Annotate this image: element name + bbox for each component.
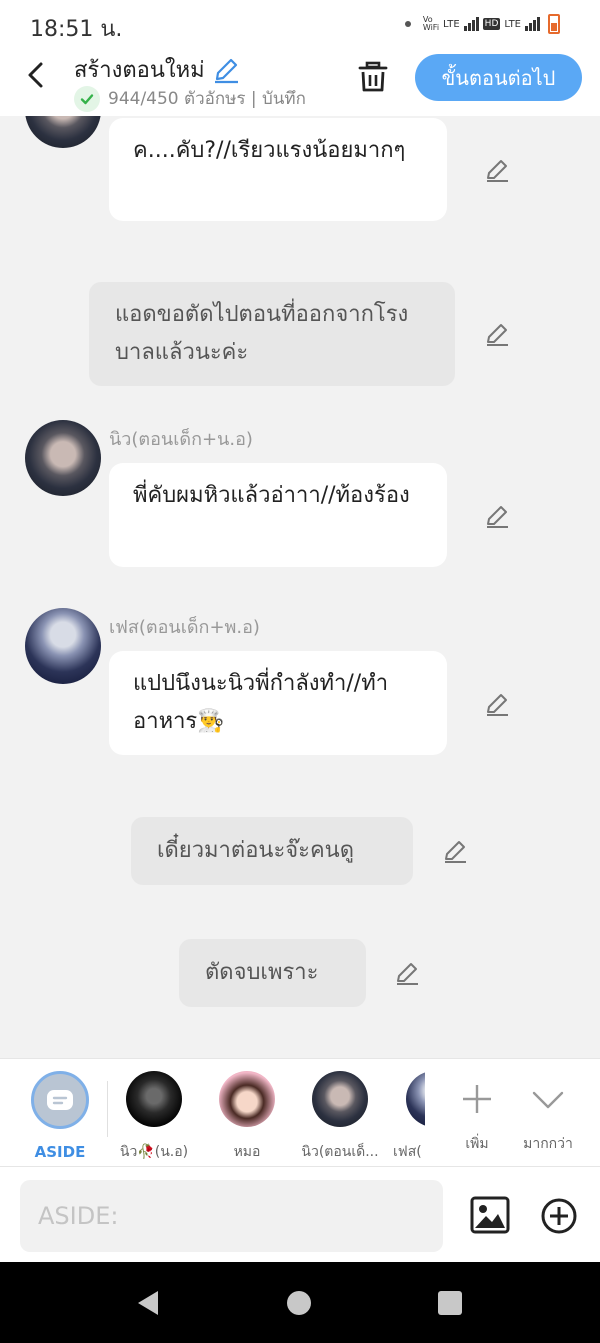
header: สร้างตอนใหม่ 944/450 ตัวอักษร | บันทึก ข… [0,48,600,116]
avatar[interactable] [25,420,101,496]
edit-message-icon[interactable] [483,320,511,348]
character-name: นิว(ตอนเด็ก+น.อ) [109,429,253,450]
edit-message-icon[interactable] [393,959,421,987]
narration-text: เดี๋ยวมาต่อนะจ๊ะคนดู [157,838,355,863]
avatar[interactable] [25,116,101,148]
message-text: แปปนึงนะนิวพี่กำลังทำ//ทำอาหาร👨‍🍳 [133,671,389,734]
character-aside[interactable]: ASIDE [20,1071,100,1161]
avatar[interactable] [25,608,101,684]
stats-row: 944/450 ตัวอักษร | บันทึก [74,85,306,112]
avatar-doctor-icon [219,1071,275,1127]
edit-message-icon[interactable] [441,837,469,865]
narration-text: แอดขอตัดไปตอนที่ออกจากโรงบาลแล้วนะค่ะ [115,302,409,365]
narration-text: ตัดจบเพราะ [205,960,319,985]
divider [107,1081,108,1137]
image-icon[interactable] [470,1195,510,1235]
nav-home-icon[interactable] [287,1291,311,1315]
plus-icon [463,1085,491,1113]
more-label: มากกว่า [523,1136,573,1152]
input-bar [0,1166,600,1262]
status-icons: Vo WiFi LTE HD LTE [404,14,560,34]
char-count: 944/450 ตัวอักษร | บันทึก [108,89,306,109]
message-input[interactable] [20,1180,443,1252]
title-row: สร้างตอนใหม่ [74,52,241,87]
edit-message-icon[interactable] [483,156,511,184]
status-time: 18:51 น. [30,17,123,42]
check-icon [74,85,100,112]
add-character-button[interactable]: เพิ่ม [437,1071,517,1155]
wifi-calling-icon: Vo WiFi [422,15,440,32]
message-text: ค....คับ?//เรียวแรงน้อยมากๆ [133,138,406,163]
add-label: เพิ่ม [465,1136,489,1152]
message-bubble[interactable]: พี่คับผมหิวแล้วอ่าาา//ท้องร้อง [109,463,447,567]
character-label: นิว(ตอนเด็... [301,1144,379,1160]
edit-title-icon[interactable] [211,55,241,85]
signal-icon [463,17,479,31]
chevron-down-icon [532,1091,564,1109]
nav-recents-icon[interactable] [438,1291,462,1315]
character-bar: ASIDE นิว🥀(น.อ) หมอ นิว(ตอนเด็... เฟส( เ… [0,1058,600,1166]
character-item[interactable]: เฟส( [393,1071,425,1163]
hd-icon: HD [482,18,501,30]
narration-bubble[interactable]: ตัดจบเพราะ [179,939,366,1007]
aside-label: ASIDE [34,1143,86,1161]
character-item[interactable]: นิว🥀(น.อ) [114,1071,194,1163]
avatar-niw-adult-icon [126,1071,182,1127]
character-item[interactable]: หมอ [207,1071,287,1163]
character-label: หมอ [233,1144,261,1160]
nav-back-icon[interactable] [134,1289,162,1317]
back-icon[interactable] [22,60,52,90]
lte-icon-2: LTE [504,18,521,30]
edit-message-icon[interactable] [483,690,511,718]
lte-icon: LTE [443,18,460,30]
avatar-fes-partial-icon [406,1071,425,1127]
character-item[interactable]: นิว(ตอนเด็... [300,1071,380,1163]
more-characters-button[interactable]: มากกว่า [508,1071,588,1155]
page-title: สร้างตอนใหม่ [74,58,205,83]
status-bar: 18:51 น. Vo WiFi LTE HD LTE [0,0,600,48]
character-name: เฟส(ตอนเด็ก+พ.อ) [109,617,260,638]
next-step-button[interactable]: ขั้นตอนต่อไป [415,54,582,101]
message-bubble[interactable]: ค....คับ?//เรียวแรงน้อยมากๆ [109,118,447,221]
dot-icon [404,21,411,27]
narration-bubble[interactable]: เดี๋ยวมาต่อนะจ๊ะคนดู [131,817,413,885]
message-bubble[interactable]: แปปนึงนะนิวพี่กำลังทำ//ทำอาหาร👨‍🍳 [109,651,447,755]
avatar-niw-child-icon [312,1071,368,1127]
battery-icon [548,14,560,34]
chat-area[interactable]: ค....คับ?//เรียวแรงน้อยมากๆ แอดขอตัดไปตอ… [0,116,600,1058]
signal-icon-2 [525,17,540,31]
edit-message-icon[interactable] [483,502,511,530]
character-label: เฟส( [393,1144,422,1160]
add-circle-icon[interactable] [540,1197,578,1235]
system-nav-bar [0,1262,600,1343]
message-text: พี่คับผมหิวแล้วอ่าาา//ท้องร้อง [133,483,410,508]
narration-bubble[interactable]: แอดขอตัดไปตอนที่ออกจากโรงบาลแล้วนะค่ะ [89,282,455,386]
trash-icon[interactable] [356,60,390,94]
character-label: นิว🥀(น.อ) [119,1144,189,1160]
aside-icon [31,1071,89,1129]
